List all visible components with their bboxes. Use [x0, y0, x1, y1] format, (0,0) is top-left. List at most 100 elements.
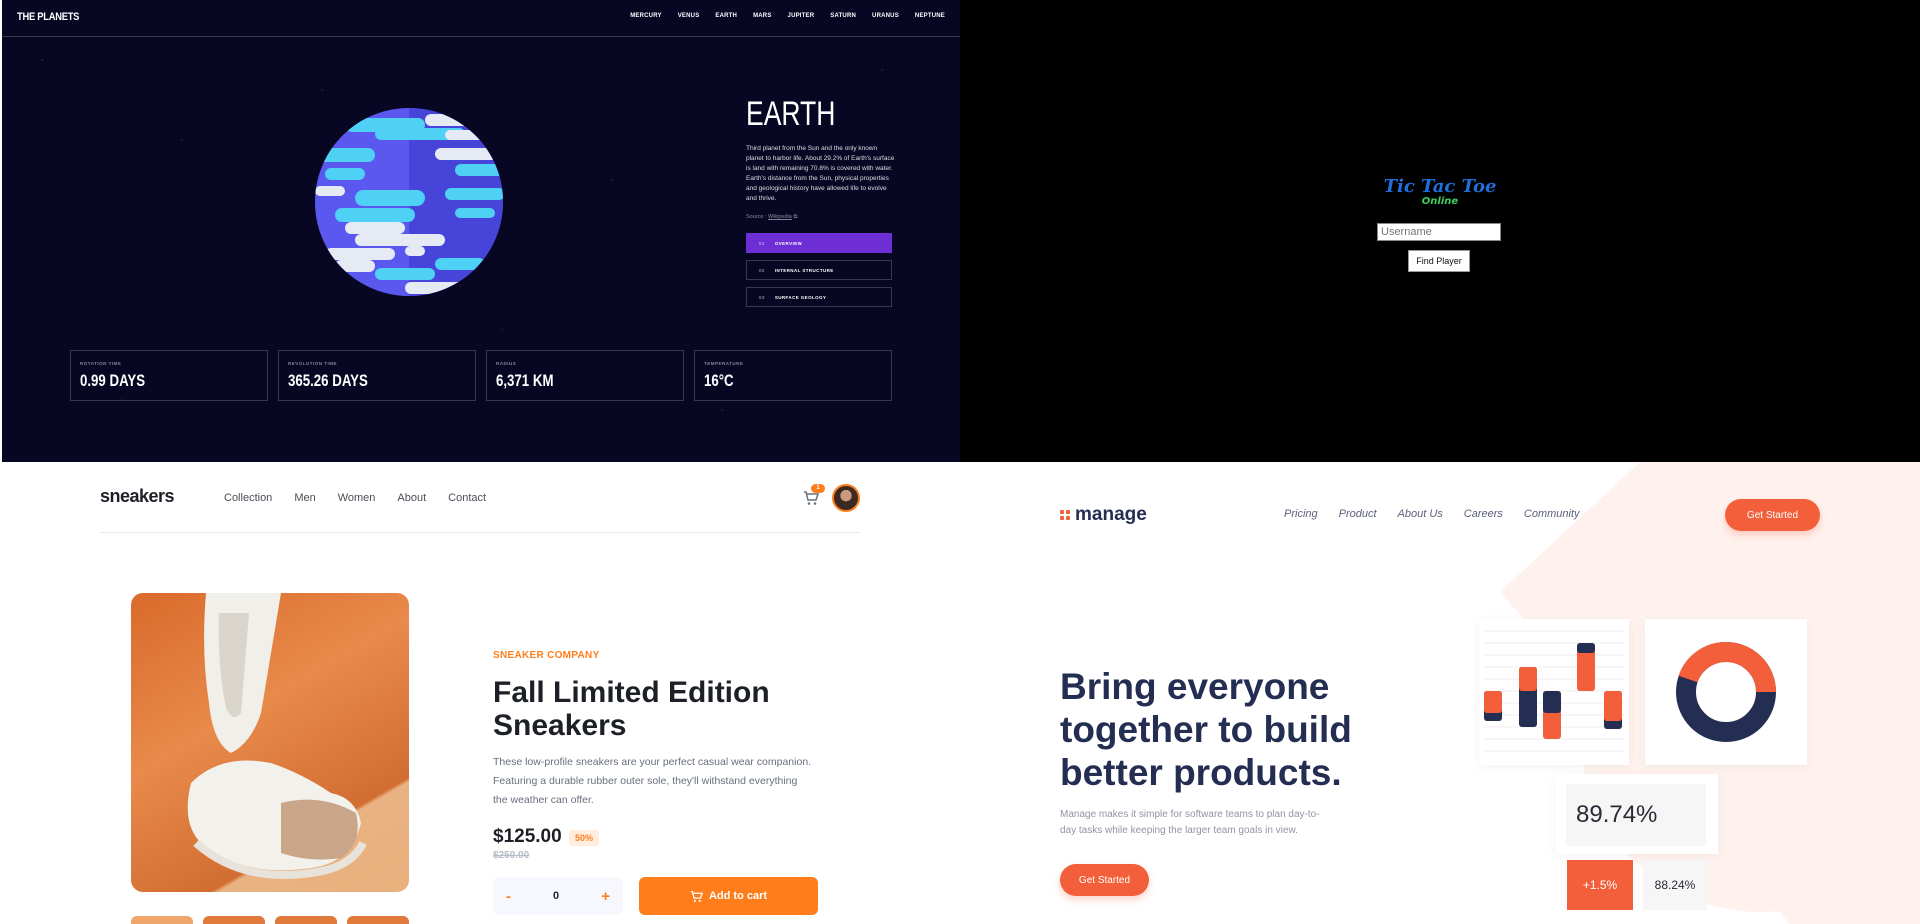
sneakers-logo[interactable]: sneakers: [100, 486, 175, 507]
stat-label: TEMPERATURE: [704, 361, 744, 366]
quantity-stepper: - 0 +: [493, 877, 623, 915]
stat-rotation: ROTATION TIME 0.99 DAYS: [70, 350, 268, 401]
planets-nav: MERCURY VENUS EARTH MARS JUPITER SATURN …: [614, 13, 945, 19]
tab-overview[interactable]: 01 OVERVIEW: [746, 233, 892, 253]
logo-mark-icon: [1060, 510, 1070, 520]
company-label: SNEAKER COMPANY: [493, 650, 600, 661]
hero-headline: Bring everyone together to build better …: [1060, 666, 1352, 793]
add-to-cart-button[interactable]: Add to cart: [639, 877, 818, 915]
nav-about[interactable]: About: [397, 492, 426, 504]
stat-label: RADIUS: [496, 361, 517, 366]
external-link-icon[interactable]: ⧉: [793, 214, 797, 220]
thumbnail[interactable]: [203, 916, 265, 924]
get-started-button[interactable]: Get Started: [1725, 499, 1820, 531]
sneaker-illustration: [187, 593, 367, 879]
donut-chart-illustration: [1676, 641, 1776, 742]
nav-saturn[interactable]: SATURN: [830, 13, 856, 19]
nav-venus[interactable]: VENUS: [678, 13, 700, 19]
stat-radius: RADIUS 6,371 KM: [486, 350, 684, 401]
planets-logo[interactable]: THE PLANETS: [17, 11, 79, 23]
planet-description: Third planet from the Sun and the only k…: [746, 145, 895, 202]
stat-revolution: REVOLUTION TIME 365.26 DAYS: [278, 350, 476, 401]
source-link[interactable]: Wikipedia: [768, 214, 792, 220]
plus-button[interactable]: +: [601, 888, 610, 905]
stat-label: REVOLUTION TIME: [288, 361, 337, 366]
tab-surface-geology[interactable]: 03 SURFACE GEOLOGY: [746, 287, 892, 307]
header-divider: [100, 532, 860, 533]
stat-value: 365.26 DAYS: [288, 371, 368, 390]
old-price: $250.00: [493, 850, 530, 861]
manage-nav: Pricing Product About Us Careers Communi…: [1284, 508, 1601, 520]
thumbnail[interactable]: [131, 916, 193, 924]
nav-mercury[interactable]: MERCURY: [630, 13, 662, 19]
stat-value: 6,371 KM: [496, 371, 554, 390]
nav-pricing[interactable]: Pricing: [1284, 508, 1318, 520]
manage-logo[interactable]: manage: [1060, 504, 1147, 526]
add-to-cart-label: Add to cart: [708, 890, 768, 902]
username-input[interactable]: [1377, 223, 1501, 241]
product-description: These low-profile sneakers are your perf…: [493, 756, 812, 806]
thumbnail[interactable]: [347, 916, 409, 924]
product-price: $125.00: [493, 826, 562, 847]
nav-mars[interactable]: MARS: [753, 13, 771, 19]
nav-community[interactable]: Community: [1524, 508, 1580, 520]
tab-label: INTERNAL STRUCTURE: [774, 267, 834, 273]
nav-uranus[interactable]: URANUS: [872, 13, 899, 19]
logo-text: manage: [1075, 504, 1147, 525]
hero-description: Manage makes it simple for software team…: [1060, 809, 1320, 836]
sneakers-nav: Collection Men Women About Contact: [224, 492, 508, 504]
stat-value: 0.99 DAYS: [80, 371, 146, 390]
planet-title: EARTH: [746, 95, 836, 133]
tab-label: OVERVIEW: [774, 240, 803, 246]
bar-chart-illustration: [1484, 630, 1624, 752]
stat-temperature: TEMPERATURE 16°C: [694, 350, 892, 401]
planet-tabs: 01 OVERVIEW 02 INTERNAL STRUCTURE 03 SUR…: [746, 233, 896, 307]
bar-chart-card: [1479, 619, 1629, 765]
stat-label: ROTATION TIME: [80, 361, 122, 366]
source-label: Source :: [746, 214, 767, 220]
hero-get-started-button[interactable]: Get Started: [1060, 864, 1149, 896]
tab-number: 02: [759, 267, 765, 273]
stat-small-value: 88.24%: [1643, 860, 1707, 910]
product-title: Fall Limited Edition Sneakers: [493, 676, 770, 742]
find-player-button[interactable]: Find Player: [1408, 250, 1470, 272]
planets-header: THE PLANETS MERCURY VENUS EARTH MARS JUP…: [2, 0, 960, 37]
nav-careers[interactable]: Careers: [1464, 508, 1503, 520]
cart-count-badge: 1: [811, 484, 825, 493]
earth-planet-image: [315, 108, 503, 296]
product-thumbnails: [131, 916, 409, 924]
tictactoe-panel: Tic Tac Toe Online Find Player: [960, 0, 1920, 462]
ttt-title: Tic Tac Toe: [1383, 176, 1497, 197]
nav-neptune[interactable]: NEPTUNE: [915, 13, 945, 19]
quantity-value: 0: [553, 890, 560, 902]
nav-men[interactable]: Men: [294, 492, 315, 504]
background-shapes: [1500, 462, 1920, 924]
ttt-subtitle: Online: [1421, 196, 1459, 207]
planet-stats: ROTATION TIME 0.99 DAYS REVOLUTION TIME …: [70, 350, 892, 401]
planets-panel: THE PLANETS MERCURY VENUS EARTH MARS JUP…: [2, 0, 960, 462]
planet-source: Source : Wikipedia ⧉: [746, 214, 896, 221]
donut-chart-card: [1645, 619, 1807, 765]
nav-product[interactable]: Product: [1339, 508, 1377, 520]
sneakers-panel: sneakers Collection Men Women About Cont…: [0, 462, 960, 924]
discount-badge: 50%: [569, 830, 600, 846]
nav-contact[interactable]: Contact: [448, 492, 486, 504]
nav-women[interactable]: Women: [338, 492, 376, 504]
manage-panel: manage Pricing Product About Us Careers …: [960, 462, 1920, 924]
product-image[interactable]: [131, 593, 409, 892]
thumbnail[interactable]: [275, 916, 337, 924]
nav-jupiter[interactable]: JUPITER: [788, 13, 815, 19]
nav-collection[interactable]: Collection: [224, 492, 272, 504]
stat-big-value: 89.74%: [1566, 784, 1706, 846]
tab-number: 03: [759, 294, 765, 300]
planet-info: EARTH Third planet from the Sun and the …: [746, 95, 896, 307]
nav-about-us[interactable]: About Us: [1398, 508, 1443, 520]
tab-label: SURFACE GEOLOGY: [774, 294, 827, 300]
nav-earth[interactable]: EARTH: [715, 13, 737, 19]
stat-change-badge: +1.5%: [1567, 860, 1633, 910]
cart-icon: [690, 890, 703, 902]
avatar[interactable]: [832, 484, 860, 512]
minus-button[interactable]: -: [506, 888, 511, 905]
stat-value: 16°C: [704, 371, 734, 390]
tab-internal-structure[interactable]: 02 INTERNAL STRUCTURE: [746, 260, 892, 280]
